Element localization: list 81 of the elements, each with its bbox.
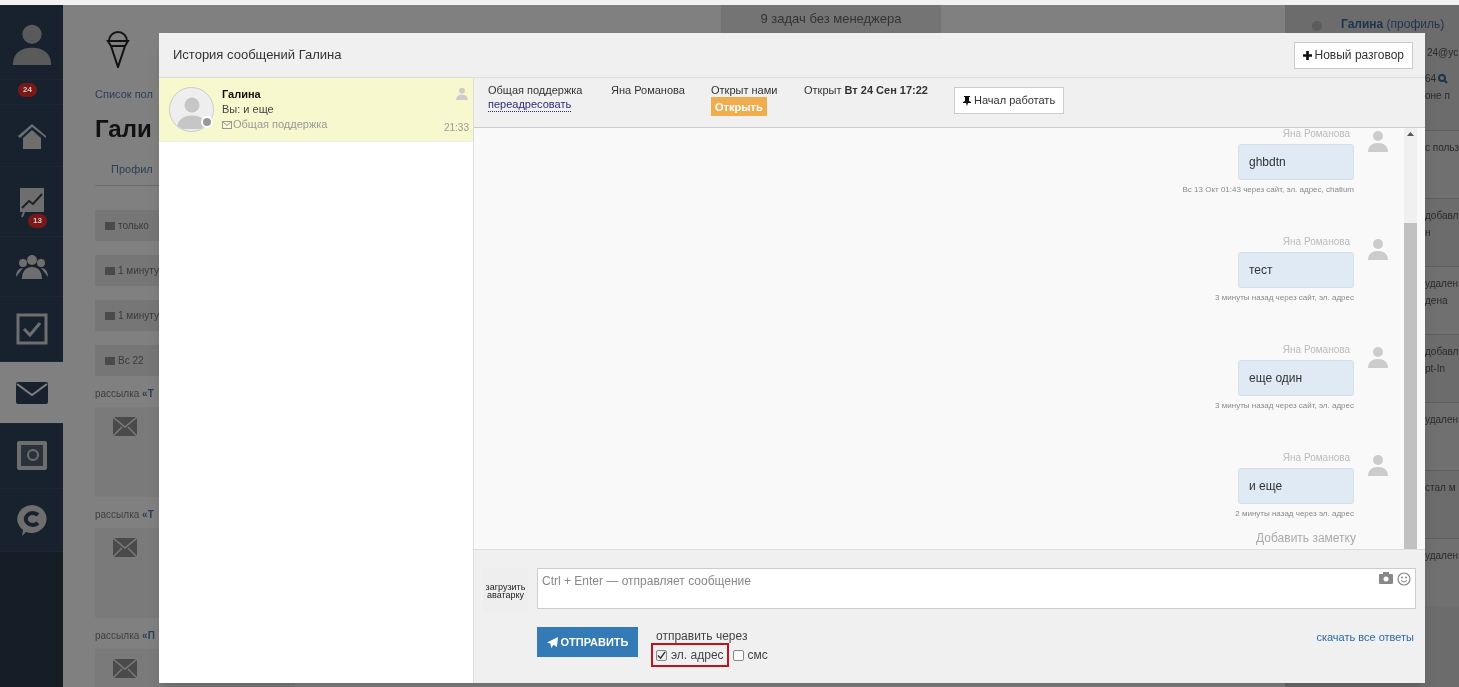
send-button[interactable]: ОТПРАВИТЬ: [537, 627, 638, 657]
conversation-preview: Вы: и еще: [222, 102, 275, 117]
mailing-label: рассылка «Т: [95, 508, 154, 522]
conversation-item[interactable]: Галина Вы: и еще Общая поддержка 21:33: [159, 78, 473, 142]
sender-avatar-icon: [1366, 344, 1390, 368]
contact-email: 24@yc: [1427, 46, 1459, 60]
pin-icon: [963, 95, 971, 106]
envelope-icon: [113, 659, 137, 678]
checkbox-icon[interactable]: [15, 313, 48, 345]
task-summary: 9 задач без менеджера: [721, 5, 941, 33]
status-label: Открыт нами: [711, 83, 779, 97]
phone-note: оне п: [1425, 89, 1451, 103]
history-text: добавл: [1425, 209, 1459, 223]
new-conversation-button[interactable]: Новый разговор: [1293, 41, 1413, 69]
plus-icon: [1302, 50, 1312, 60]
envelope-icon: [113, 417, 137, 436]
smiley-icon[interactable]: [1397, 572, 1411, 586]
download-answers-link[interactable]: скачать все ответы: [1316, 629, 1414, 646]
search-icon[interactable]: [1438, 73, 1449, 84]
camera-icon[interactable]: [1379, 572, 1393, 584]
message-bubble: тест: [1238, 252, 1354, 288]
conversation-channel: Общая поддержка: [233, 117, 328, 132]
sidebar-item[interactable]: [0, 237, 63, 297]
sidebar-item[interactable]: [0, 424, 63, 489]
chat-logo-icon[interactable]: [15, 504, 48, 536]
conversation-name: Галина: [222, 87, 262, 102]
start-work-button[interactable]: Начал работать: [954, 87, 1065, 114]
channel-option[interactable]: смс: [732, 643, 768, 667]
message-bubble: ghbdtn: [1238, 144, 1354, 180]
sender-avatar-icon: [1366, 128, 1390, 152]
event-text: Вс 22: [118, 354, 144, 368]
opened-date: Открыт Вт 24 Сен 17:22: [804, 83, 929, 97]
message-meta: Вс 13 Окт 01:43 через сайт, эл. адрес, chatium: [1182, 184, 1354, 196]
message-meta: 3 минуты назад через сайт, эл. адрес: [1215, 292, 1354, 304]
checkbox[interactable]: [656, 649, 667, 661]
mailing-label: рассылка «Т: [95, 387, 154, 401]
message-author: Яна Романова: [1282, 344, 1350, 356]
message-meta: 3 минуты назад через сайт, эл. адрес: [1215, 400, 1354, 412]
message-meta: 2 минуты назад через эл. адрес: [1235, 508, 1354, 520]
sidebar-item[interactable]: [0, 105, 63, 167]
sender-avatar-icon: [1366, 236, 1390, 260]
mailing-label: рассылка «П: [95, 629, 155, 643]
scrollbar[interactable]: [1404, 128, 1417, 549]
contact-phone: 64: [1425, 72, 1437, 86]
history-text: с польз: [1425, 141, 1459, 155]
sidebar-item[interactable]: [0, 489, 63, 552]
count-badge: 24: [18, 83, 37, 97]
agent-name: Яна Романова: [611, 83, 686, 97]
message-bubble: и еще: [1238, 468, 1354, 504]
envelope-icon: [113, 538, 137, 557]
channel-option[interactable]: эл. адрес: [651, 643, 729, 667]
queue-name: Общая поддержка: [488, 83, 584, 97]
history-text: удален: [1425, 549, 1459, 563]
sidebar-item[interactable]: 24: [0, 80, 63, 105]
message-author: Яна Романова: [1282, 452, 1350, 464]
redirect-link[interactable]: переадресовать: [488, 97, 572, 112]
history-text: удален: [1425, 413, 1459, 427]
dialog-title: История сообщений Галина: [173, 46, 342, 65]
message-author: Яна Романова: [1282, 236, 1350, 248]
history-text: дена: [1425, 294, 1449, 308]
message-bubble: еще один: [1238, 360, 1354, 396]
message-author: Яна Романова: [1282, 128, 1350, 140]
sender-avatar-icon: [1366, 452, 1390, 476]
history-text: стал м: [1425, 481, 1457, 495]
sidebar-item[interactable]: [0, 362, 63, 424]
sidebar-item[interactable]: [0, 297, 63, 362]
count-badge: 13: [28, 214, 47, 228]
history-text: pt-In: [1425, 362, 1446, 376]
sidebar-item[interactable]: 13: [0, 167, 63, 237]
safe-icon[interactable]: [15, 440, 48, 472]
paper-plane-icon: [546, 636, 558, 648]
send-via-label: отправить через: [656, 629, 749, 643]
checkbox[interactable]: [732, 649, 744, 661]
conversation-time: 21:33: [443, 120, 469, 135]
event-text: только: [118, 219, 149, 233]
history-text: добавл: [1425, 345, 1459, 359]
envelope-icon: [222, 120, 232, 129]
history-text: удален: [1425, 277, 1459, 291]
page-title: Гали: [95, 113, 152, 144]
sidebar-item[interactable]: [0, 5, 63, 80]
message-input[interactable]: Ctrl + Enter — отправляет сообщение: [537, 568, 1416, 609]
